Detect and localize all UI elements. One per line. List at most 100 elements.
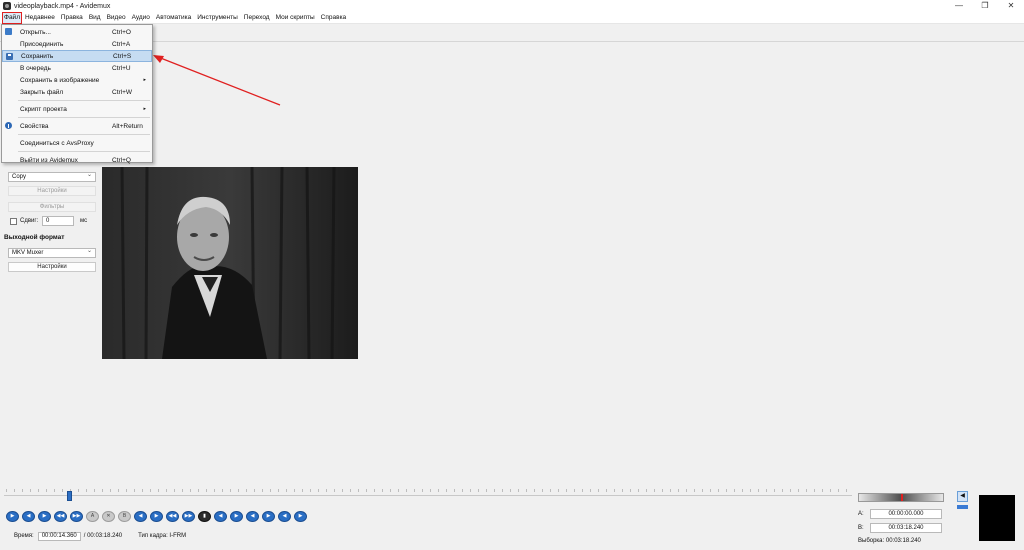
timeline-tick [254,489,255,492]
timeline-tick [150,489,151,492]
go-marker-a-icon[interactable]: ◀ [134,511,147,522]
menu-view[interactable]: Вид [86,13,104,23]
delete-selection-icon[interactable]: ✕ [102,511,115,522]
stop-icon[interactable]: ▮ [198,511,211,522]
go-last-frame-icon[interactable]: ▶▶ [182,511,195,522]
audio-preview-panel [979,495,1015,541]
shift-input[interactable]: 0 [42,216,74,226]
menu-item-save-as-image[interactable]: Сохранить в изображение ▸ [2,74,152,86]
menu-item-project-script[interactable]: Скрипт проекта ▸ [2,103,152,115]
prev-cut-icon[interactable]: ◀ [246,511,259,522]
menu-file[interactable]: Файл [2,11,22,24]
timeline-tick [30,489,31,492]
next-keyframe-icon[interactable]: ▶▶ [70,511,83,522]
timeline-tick [190,489,191,492]
timeline-tick [846,489,847,492]
forward-one-minute-icon[interactable]: ▶ [294,511,307,522]
restore-button[interactable]: ❐ [972,0,998,12]
menu-item-open-label: Открыть... [20,28,51,36]
timeline-tick [686,489,687,492]
next-frame-icon[interactable]: ▶ [38,511,51,522]
speaker-icon[interactable]: ◀ [957,491,968,502]
submenu-arrow-icon: ▸ [143,106,146,112]
marker-b-label: B: [858,525,864,531]
timeline-tick [726,489,727,492]
menu-edit[interactable]: Правка [58,13,86,23]
menu-auto[interactable]: Автоматика [153,13,194,23]
menu-separator [18,151,150,152]
set-marker-b-icon[interactable]: B [118,511,131,522]
next-black-frame-icon[interactable]: ▶ [230,511,243,522]
output-format-select[interactable]: MKV Muxer [8,247,96,258]
menu-help[interactable]: Справка [318,13,350,23]
set-marker-a-icon[interactable]: A [86,511,99,522]
minimize-button[interactable]: — [946,0,972,12]
menu-item-open[interactable]: Открыть... Ctrl+O [2,26,152,38]
menu-item-queue-label: В очередь [20,64,51,72]
audio-filters-button[interactable]: Фильтры [8,202,96,212]
menu-tools[interactable]: Инструменты [194,13,241,23]
prev-black-frame-icon[interactable]: ◀ [214,511,227,522]
menu-recent[interactable]: Недавнее [22,13,58,23]
timeline-tick [470,489,471,492]
menu-item-save[interactable]: Сохранить Ctrl+S [2,50,152,62]
menu-item-queue-shortcut: Ctrl+U [112,64,131,72]
title-bar: videoplayback.mp4 - Avidemux — ❐ ✕ [0,0,1024,12]
volume-meter [858,493,944,502]
go-marker-b-icon[interactable]: ▶ [150,511,163,522]
timeline-tick [782,489,783,492]
timeline-tick [382,489,383,492]
timeline-tick [582,489,583,492]
timeline-tick [246,489,247,492]
prev-keyframe-icon[interactable]: ◀◀ [54,511,67,522]
timeline-tick [110,489,111,492]
menu-item-open-shortcut: Ctrl+O [112,28,131,36]
go-first-frame-icon[interactable]: ◀◀ [166,511,179,522]
menu-item-properties[interactable]: Свойства Alt+Return [2,120,152,132]
audio-codec-select[interactable]: Copy [8,171,96,182]
timeline-tick [406,489,407,492]
menu-item-connect-avsproxy-label: Соединиться с AvsProxy [20,139,94,147]
menu-video[interactable]: Видео [104,13,129,23]
output-config-button[interactable]: Настройки [8,262,96,272]
play-icon[interactable]: ▶ [6,511,19,522]
timeline-tick [502,489,503,492]
menu-go[interactable]: Переход [241,13,273,23]
timeline-tick [646,489,647,492]
volume-slider[interactable] [957,505,968,509]
menu-item-close-file[interactable]: Закрыть файл Ctrl+W [2,86,152,98]
timeline-tick [710,489,711,492]
video-preview [102,167,358,359]
timeline-thumb[interactable] [67,491,72,501]
menu-item-queue[interactable]: В очередь Ctrl+U [2,62,152,74]
timeline-tick [318,489,319,492]
timeline-tick [486,489,487,492]
volume-meter-marker [901,494,903,501]
timeline-tick [230,489,231,492]
back-one-minute-icon[interactable]: ◀ [278,511,291,522]
current-time-field[interactable]: 00:00:14.360 [37,531,81,541]
timeline-tick [326,489,327,492]
timeline-tick [614,489,615,492]
menu-separator [18,134,150,135]
menu-item-append-label: Присоединить [20,40,64,48]
timeline-slider[interactable] [4,489,852,501]
audio-config-button[interactable]: Настройки [8,186,96,196]
prev-frame-icon[interactable]: ◀ [22,511,35,522]
timeline-tick [358,489,359,492]
timeline-tick [126,489,127,492]
menu-item-append[interactable]: Присоединить Ctrl+A [2,38,152,50]
timeline-tick [758,489,759,492]
timeline-tick [822,489,823,492]
menu-item-connect-avsproxy[interactable]: Соединиться с AvsProxy [2,137,152,149]
close-button[interactable]: ✕ [998,0,1024,12]
timeline-tick [206,489,207,492]
next-cut-icon[interactable]: ▶ [262,511,275,522]
timeline-tick [350,489,351,492]
menu-custom-scripts[interactable]: Мои скрипты [273,13,318,23]
menu-item-quit[interactable]: Выйти из Avidemux Ctrl+Q [2,154,152,166]
shift-checkbox[interactable] [10,218,17,225]
menu-item-close-file-shortcut: Ctrl+W [112,88,133,96]
menu-audio[interactable]: Аудио [129,13,153,23]
menu-bar: Файл Недавнее Правка Вид Видео Аудио Авт… [0,11,1024,24]
